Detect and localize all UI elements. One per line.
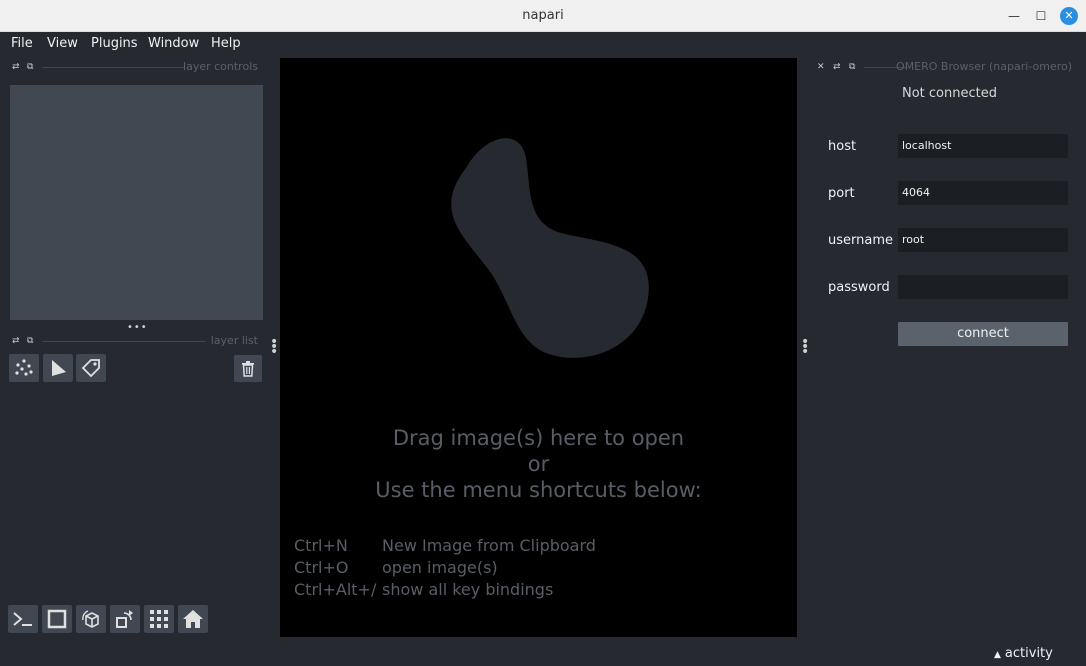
welcome-line-2: or [527, 452, 550, 476]
password-input[interactable] [898, 275, 1068, 299]
omero-dock-header: ✕ ⇄ ⧉ OMERO Browser (napari-omero) [816, 60, 1076, 74]
host-input[interactable] [898, 134, 1068, 158]
cube-roll-icon [82, 610, 99, 628]
roll-dims-button[interactable] [76, 605, 106, 633]
layer-controls-panel [10, 85, 263, 320]
float-icon[interactable]: ⇄ [12, 334, 20, 348]
close-dock-icon[interactable]: ✕ [817, 60, 825, 74]
points-icon [15, 359, 33, 376]
port-input[interactable] [898, 181, 1068, 205]
right-dock-resize-handle[interactable]: • • • [801, 335, 809, 359]
username-input[interactable] [898, 228, 1068, 252]
menu-view[interactable]: View [47, 36, 78, 51]
omero-browser-title: OMERO Browser (napari-omero) [896, 60, 1072, 73]
new-shapes-layer-button[interactable] [43, 354, 73, 382]
home-icon [183, 610, 203, 628]
header-divider [42, 341, 206, 342]
left-dock-resize-handle[interactable]: • • • [270, 335, 278, 359]
undock-icon[interactable]: ⧉ [849, 60, 855, 74]
activity-label: activity [1004, 646, 1053, 661]
layer-list-header: ⇄ ⧉ layer list [10, 334, 263, 348]
console-button[interactable] [8, 605, 38, 633]
maximize-button[interactable]: ☐ [1033, 8, 1049, 24]
napari-logo-icon [451, 138, 649, 358]
toggle-ndisplay-button[interactable] [42, 605, 72, 633]
float-icon[interactable]: ⇄ [12, 60, 20, 74]
splitter-handle[interactable]: ••• [127, 322, 148, 333]
new-points-layer-button[interactable] [9, 354, 39, 382]
shortcut-description: New Image from Clipboard [382, 536, 596, 555]
minimize-button[interactable]: — [1006, 8, 1022, 24]
host-label: host [828, 139, 857, 154]
undock-icon[interactable]: ⧉ [27, 334, 33, 348]
shortcut-description: show all key bindings [382, 580, 554, 599]
welcome-line-1: Drag image(s) here to open [392, 426, 685, 450]
shortcut-key: Ctrl+Alt+/ [294, 580, 377, 599]
layer-controls-header: ⇄ ⧉ layer controls [10, 60, 263, 74]
shapes-icon [52, 360, 66, 376]
layer-controls-title: layer controls [183, 60, 258, 73]
float-icon[interactable]: ⇄ [833, 60, 841, 74]
grid-icon [150, 610, 168, 628]
undock-icon[interactable]: ⧉ [27, 60, 33, 74]
grid-view-button[interactable] [144, 605, 174, 633]
transpose-icon [116, 610, 133, 628]
header-divider [42, 67, 184, 68]
label-tag-icon [81, 359, 100, 378]
menu-help[interactable]: Help [211, 36, 241, 51]
square-2d-icon [47, 609, 67, 629]
password-label: password [828, 280, 890, 295]
delete-layer-button[interactable] [234, 355, 262, 382]
title-bar: napari — ☐ ✕ [0, 0, 1086, 32]
menu-plugins[interactable]: Plugins [91, 36, 138, 51]
trash-icon [242, 360, 254, 377]
shortcut-description: open image(s) [382, 558, 498, 577]
welcome-line-3: Use the menu shortcuts below: [375, 478, 702, 502]
shortcut-key: Ctrl+O [294, 558, 349, 577]
new-labels-layer-button[interactable] [76, 354, 106, 382]
close-button[interactable]: ✕ [1060, 7, 1078, 25]
username-label: username [828, 233, 893, 248]
viewer-canvas[interactable]: Drag image(s) here to open or Use the me… [280, 58, 797, 637]
transpose-dims-button[interactable] [110, 605, 140, 633]
caret-up-icon: ▲ [994, 650, 1001, 660]
port-label: port [828, 186, 855, 201]
menu-bar: File View Plugins Window Help [0, 32, 1086, 56]
menu-file[interactable]: File [11, 36, 33, 51]
console-icon [13, 612, 32, 626]
layer-list-title: layer list [210, 334, 258, 347]
window-title: napari [522, 8, 564, 23]
menu-window[interactable]: Window [148, 36, 199, 51]
connect-button[interactable]: connect [898, 322, 1068, 346]
shortcut-key: Ctrl+N [294, 536, 348, 555]
connection-status: Not connected [902, 86, 997, 101]
reset-view-button[interactable] [178, 605, 208, 633]
activity-toggle[interactable]: ▲ activity [994, 646, 1053, 661]
